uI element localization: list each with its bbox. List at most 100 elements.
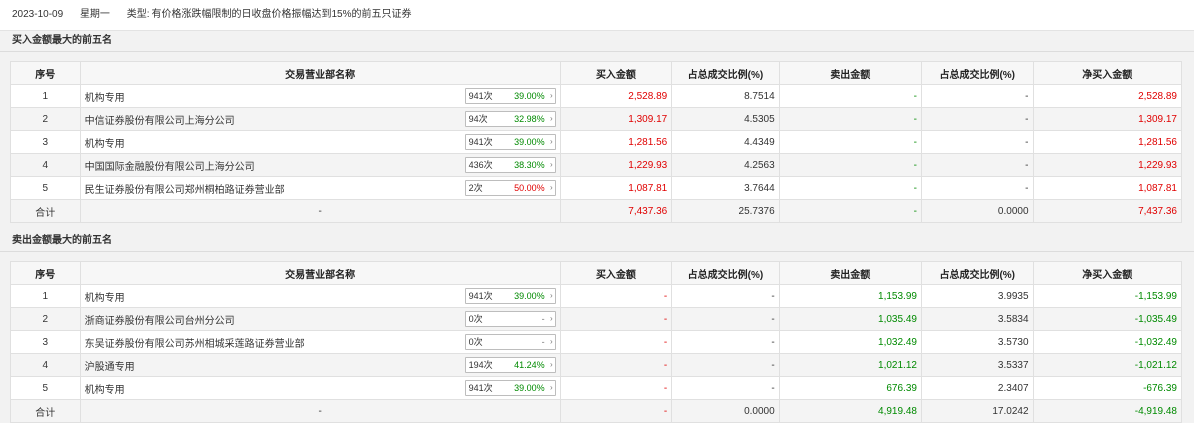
broker-name-cell: 机构专用 941次 39.00% › <box>79 130 561 154</box>
type-description: 有价格涨跌幅限制的日收盘价格振幅达到15%的前五只证券 <box>151 9 412 20</box>
sell-amount: - <box>778 84 922 108</box>
buy-amount: - <box>559 353 673 377</box>
buy-amount: 1,229.93 <box>559 153 673 177</box>
chevron-right-icon: › <box>549 291 553 300</box>
chevron-right-icon: › <box>549 137 553 146</box>
total-net-buy: -4,919.48 <box>1032 399 1183 423</box>
broker-name[interactable]: 东吴证券股份有限公司苏州相城采莲路证券营业部 <box>85 339 305 350</box>
row-index: 5 <box>10 376 81 400</box>
broker-name[interactable]: 中国国际金融股份有限公司上海分公司 <box>85 162 255 173</box>
broker-name-cell: 沪股通专用 194次 41.24% › <box>79 353 561 377</box>
chevron-right-icon: › <box>549 337 553 346</box>
broker-win-rate: 32.98% <box>514 114 545 124</box>
col-sell-ratio: 占总成交比例(%) <box>920 261 1034 285</box>
sell-amount: - <box>778 176 922 200</box>
broker-name[interactable]: 机构专用 <box>85 139 125 150</box>
sell-amount: 1,035.49 <box>778 307 922 331</box>
col-index: 序号 <box>10 61 81 85</box>
broker-win-rate: 39.00% <box>514 383 545 393</box>
buy-amount: 2,528.89 <box>559 84 673 108</box>
broker-name[interactable]: 机构专用 <box>85 293 125 304</box>
col-net-buy: 净买入金额 <box>1032 61 1183 85</box>
buy-amount: 1,281.56 <box>559 130 673 154</box>
buy-amount: 1,309.17 <box>559 107 673 131</box>
buy-amount: 1,087.81 <box>559 176 673 200</box>
net-buy-amount: -676.39 <box>1032 376 1183 400</box>
row-index: 4 <box>10 153 81 177</box>
sell-amount: 1,153.99 <box>778 284 922 308</box>
broker-stats-badge[interactable]: 941次 39.00% › <box>464 134 556 150</box>
broker-name[interactable]: 民生证券股份有限公司郑州桐柏路证券营业部 <box>85 185 285 196</box>
broker-trade-count: 2次 <box>468 183 483 193</box>
total-buy-ratio: 0.0000 <box>671 399 780 423</box>
broker-name[interactable]: 沪股通专用 <box>85 362 135 373</box>
col-net-buy: 净买入金额 <box>1032 261 1183 285</box>
buy-ratio: 4.4349 <box>671 130 780 154</box>
net-buy-amount: 1,281.56 <box>1032 130 1183 154</box>
sell-ratio: 3.5730 <box>920 330 1034 354</box>
row-index: 5 <box>10 176 81 200</box>
broker-trade-count: 0次 <box>468 337 483 347</box>
table-header-row: 序号 交易营业部名称 买入金额 占总成交比例(%) 卖出金额 占总成交比例(%)… <box>10 261 1183 285</box>
net-buy-amount: -1,021.12 <box>1032 353 1183 377</box>
broker-name-cell: 机构专用 941次 39.00% › <box>79 84 561 108</box>
broker-trade-count: 941次 <box>468 383 493 393</box>
buy-amount: - <box>559 307 673 331</box>
buy-ratio: 4.2563 <box>671 153 780 177</box>
total-row: 合计 -7,437.36 25.7376-0.0000 7,437.36 <box>10 199 1183 223</box>
broker-stats-badge[interactable]: 941次 39.00% › <box>464 380 556 396</box>
col-index: 序号 <box>10 261 81 285</box>
net-buy-amount: 1,087.81 <box>1032 176 1183 200</box>
broker-stats-badge[interactable]: 436次 38.30% › <box>464 157 556 173</box>
total-net-buy: 7,437.36 <box>1032 199 1183 223</box>
sell-amount: - <box>778 130 922 154</box>
broker-win-rate: 41.24% <box>514 360 545 370</box>
broker-stats-badge[interactable]: 2次 50.00% › <box>464 180 556 196</box>
sell-amount: - <box>778 153 922 177</box>
chevron-right-icon: › <box>549 114 553 123</box>
broker-name[interactable]: 机构专用 <box>85 385 125 396</box>
broker-name[interactable]: 中信证券股份有限公司上海分公司 <box>85 116 235 127</box>
chevron-right-icon: › <box>549 183 553 192</box>
sell-table: 序号 交易营业部名称 买入金额 占总成交比例(%) 卖出金额 占总成交比例(%)… <box>10 261 1183 423</box>
table-row: 2 浙商证券股份有限公司台州分公司 0次 - › - -1,035.49 3.5834 -1,0… <box>10 307 1183 331</box>
broker-name[interactable]: 浙商证券股份有限公司台州分公司 <box>85 316 235 327</box>
broker-name[interactable]: 机构专用 <box>85 93 125 104</box>
sell-ratio: 3.9935 <box>920 284 1034 308</box>
row-index: 1 <box>10 284 81 308</box>
total-name: - <box>79 199 561 223</box>
table-row: 4 沪股通专用 194次 41.24% › - -1,021.12 3.5337 -1,021.… <box>10 353 1183 377</box>
total-buy-amount: 7,437.36 <box>559 199 673 223</box>
broker-stats-badge[interactable]: 194次 41.24% › <box>464 357 556 373</box>
broker-win-rate: - <box>541 337 545 347</box>
col-sell-ratio: 占总成交比例(%) <box>920 61 1034 85</box>
broker-name-cell: 机构专用 941次 39.00% › <box>79 376 561 400</box>
broker-stats-badge[interactable]: 0次 - › <box>464 334 556 350</box>
broker-win-rate: 39.00% <box>514 137 545 147</box>
total-buy-amount: - <box>559 399 673 423</box>
broker-win-rate: 38.30% <box>514 160 545 170</box>
broker-stats-badge[interactable]: 94次 32.98% › <box>464 111 556 127</box>
broker-stats-badge[interactable]: 0次 - › <box>464 311 556 327</box>
col-buy-amount: 买入金额 <box>559 261 673 285</box>
table-row: 2 中信证券股份有限公司上海分公司 94次 32.98% › 1,309.17 4.5305… <box>10 107 1183 131</box>
buy-ratio: - <box>671 284 780 308</box>
table-row: 3 东吴证券股份有限公司苏州相城采莲路证券营业部 0次 - › - -1,032.49 3.5… <box>10 330 1183 354</box>
buy-ratio: 8.7514 <box>671 84 780 108</box>
broker-stats-badge[interactable]: 941次 39.00% › <box>464 88 556 104</box>
row-index: 3 <box>10 130 81 154</box>
total-name: - <box>79 399 561 423</box>
col-sell-amount: 卖出金额 <box>778 261 922 285</box>
broker-trade-count: 94次 <box>468 114 488 124</box>
broker-name-cell: 浙商证券股份有限公司台州分公司 0次 - › <box>79 307 561 331</box>
type-label: 类型: <box>126 9 150 20</box>
broker-stats-badge[interactable]: 941次 39.00% › <box>464 288 556 304</box>
chevron-right-icon: › <box>549 314 553 323</box>
buy-amount: - <box>559 284 673 308</box>
sell-ratio: - <box>920 176 1034 200</box>
row-index: 4 <box>10 353 81 377</box>
trade-date: 2023-10-09 <box>12 9 64 20</box>
buy-ratio: - <box>671 353 780 377</box>
net-buy-amount: -1,153.99 <box>1032 284 1183 308</box>
broker-trade-count: 941次 <box>468 291 493 301</box>
